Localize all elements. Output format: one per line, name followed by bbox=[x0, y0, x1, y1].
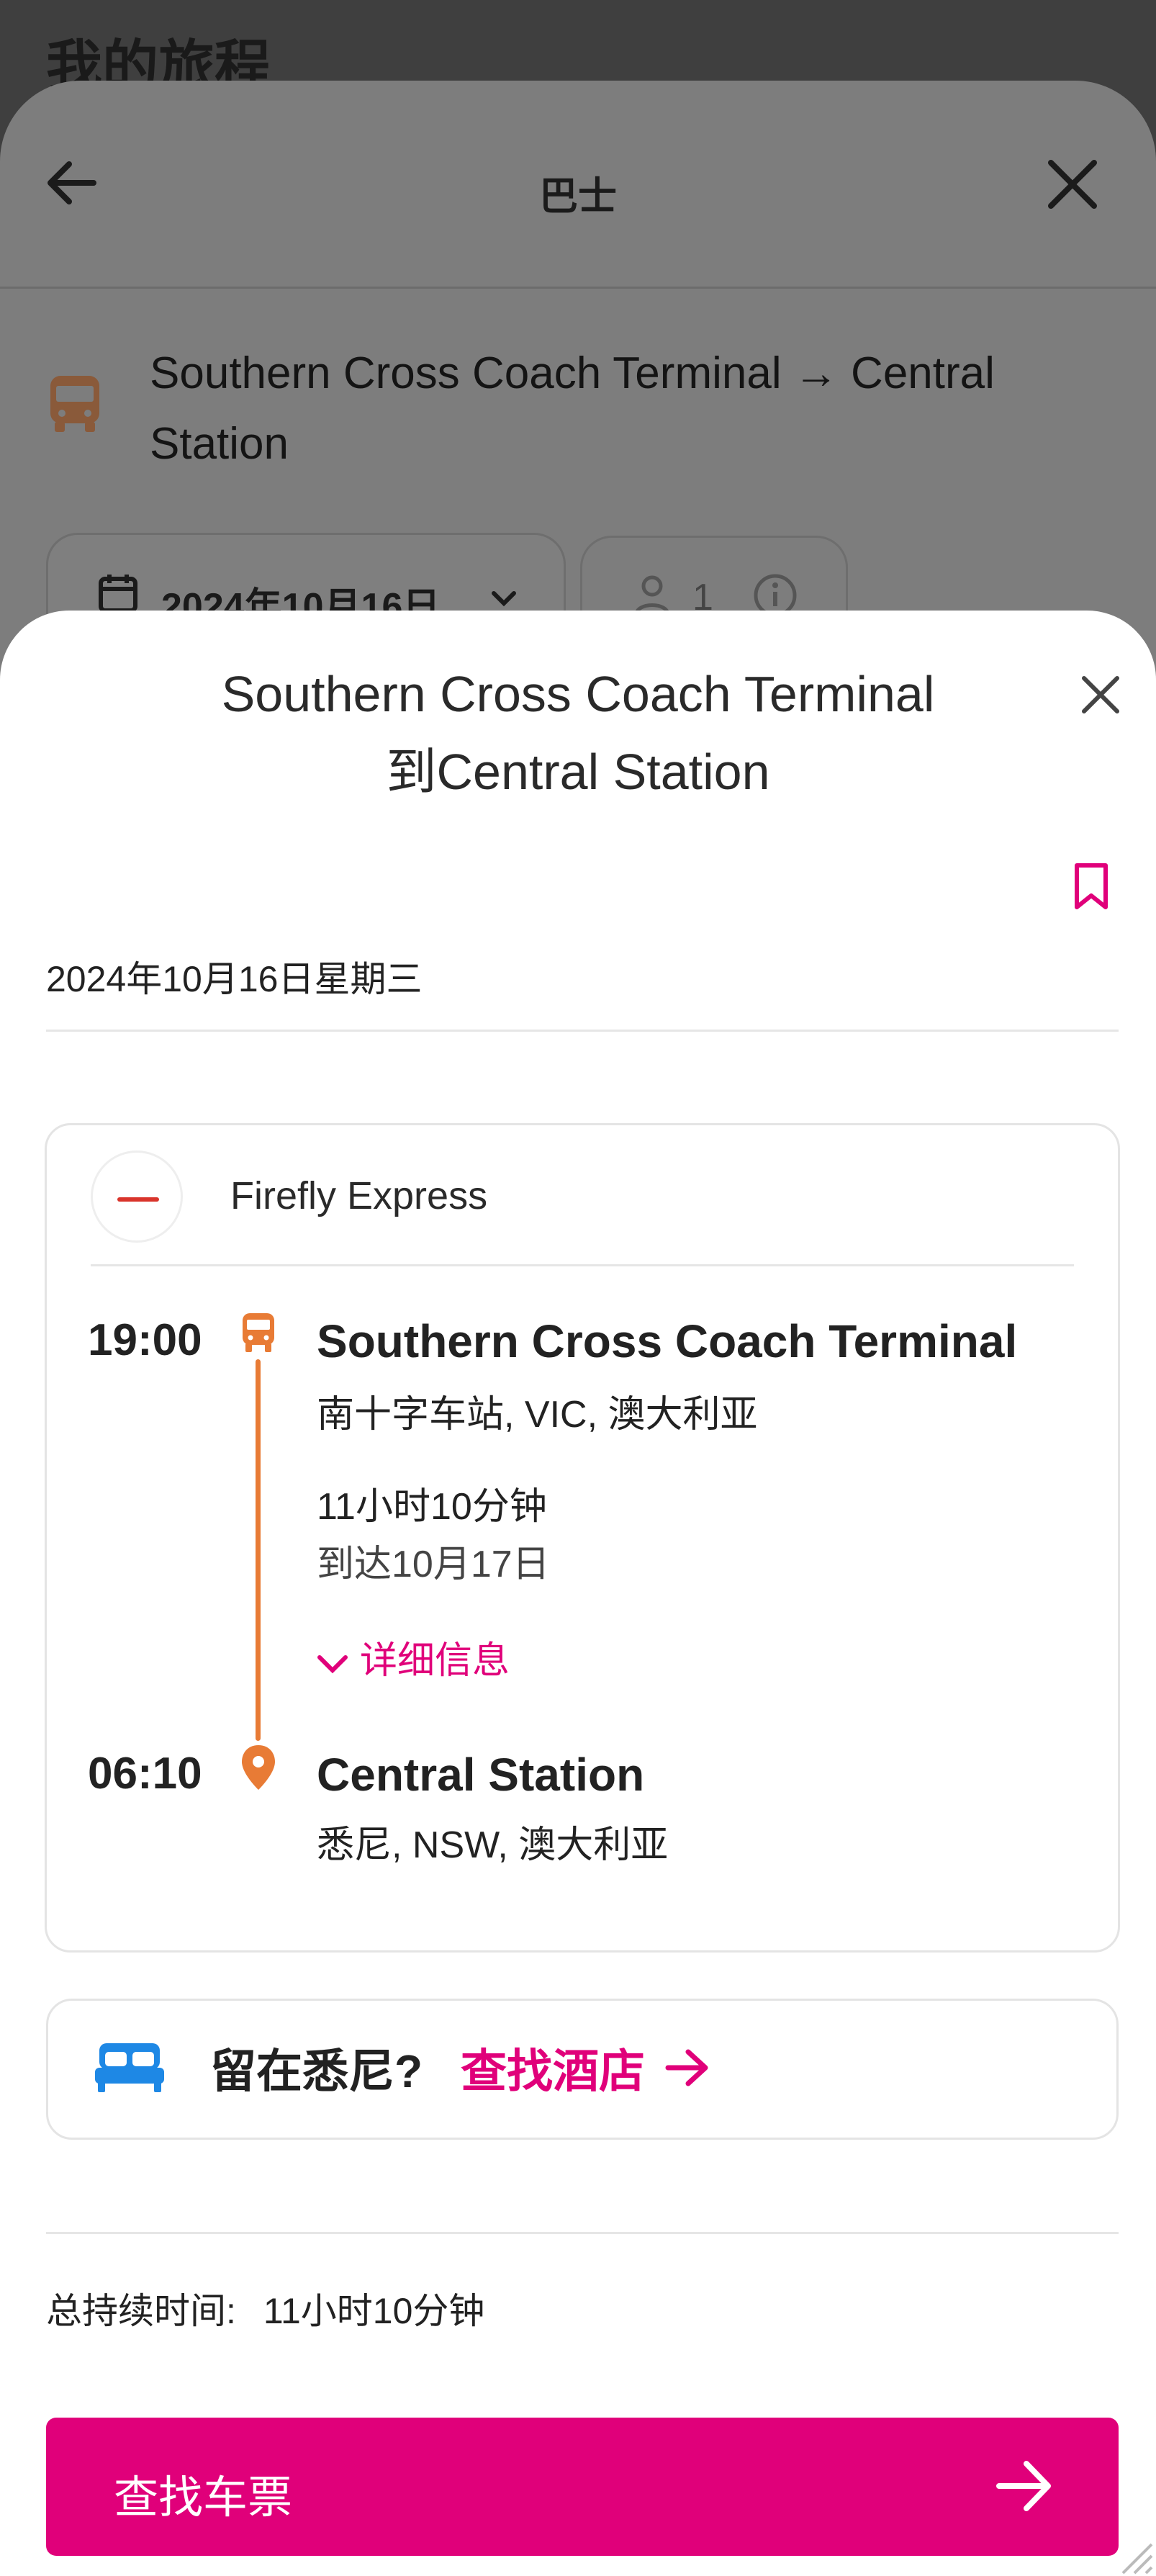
chevron-down-icon bbox=[317, 1655, 348, 1674]
location-pin-icon bbox=[242, 1745, 275, 1790]
find-tickets-button[interactable]: 查找车票 bbox=[46, 2418, 1119, 2556]
arrival-time: 06:10 bbox=[88, 1749, 202, 1798]
route-text: Southern Cross Coach Terminal → Central … bbox=[150, 348, 995, 469]
trip-date: 2024年10月16日星期三 bbox=[46, 959, 423, 999]
close-icon[interactable] bbox=[1042, 154, 1103, 215]
sheet-title-line1: Southern Cross Coach Terminal bbox=[221, 666, 935, 722]
arrival-date-note: 到达10月17日 bbox=[317, 1544, 550, 1585]
arrival-stop: Central Station bbox=[317, 1749, 645, 1801]
header-title: 巴士 bbox=[539, 175, 617, 218]
divider bbox=[46, 2232, 1119, 2234]
arrow-right-icon bbox=[996, 2461, 1051, 2511]
total-duration: 总持续时间: 11小时10分钟 bbox=[46, 2282, 484, 2334]
total-duration-value: 11小时10分钟 bbox=[263, 2291, 485, 2331]
person-icon bbox=[634, 575, 670, 616]
find-hotel-link[interactable]: 查找酒店 bbox=[461, 2035, 645, 2101]
bus-icon bbox=[243, 1313, 274, 1352]
bed-icon bbox=[95, 2043, 164, 2092]
calendar-icon bbox=[99, 575, 137, 613]
chevron-down-icon bbox=[492, 591, 516, 607]
operator-logo bbox=[91, 1150, 183, 1243]
departure-stop: Southern Cross Coach Terminal bbox=[317, 1315, 1018, 1367]
divider bbox=[46, 1030, 1119, 1032]
sheet-title: Southern Cross Coach Terminal 到Central S… bbox=[144, 655, 1012, 811]
arrow-right-icon[interactable] bbox=[664, 2046, 713, 2089]
details-label: 详细信息 bbox=[360, 1640, 510, 1682]
total-duration-label: 总持续时间: bbox=[46, 2291, 236, 2331]
hotel-question: 留在悉尼? bbox=[210, 2045, 423, 2097]
operator-name: Firefly Express bbox=[230, 1174, 488, 1217]
header-divider bbox=[0, 287, 1156, 289]
resize-handle-icon[interactable] bbox=[1108, 2530, 1155, 2576]
arrival-location: 悉尼, NSW, 澳大利亚 bbox=[317, 1824, 669, 1866]
close-icon[interactable] bbox=[1075, 670, 1126, 720]
departure-time: 19:00 bbox=[88, 1315, 202, 1365]
departure-location: 南十字车站, VIC, 澳大利亚 bbox=[317, 1394, 758, 1436]
sheet-title-line2: 到Central Station bbox=[386, 744, 770, 800]
find-tickets-label: 查找车票 bbox=[114, 2473, 293, 2523]
route-timeline bbox=[256, 1359, 261, 1741]
bus-icon bbox=[50, 376, 99, 432]
divider bbox=[91, 1264, 1074, 1266]
trip-duration: 11小时10分钟 bbox=[317, 1486, 547, 1528]
bookmark-icon[interactable] bbox=[1071, 861, 1111, 911]
details-toggle[interactable]: 详细信息 bbox=[314, 1630, 510, 1684]
